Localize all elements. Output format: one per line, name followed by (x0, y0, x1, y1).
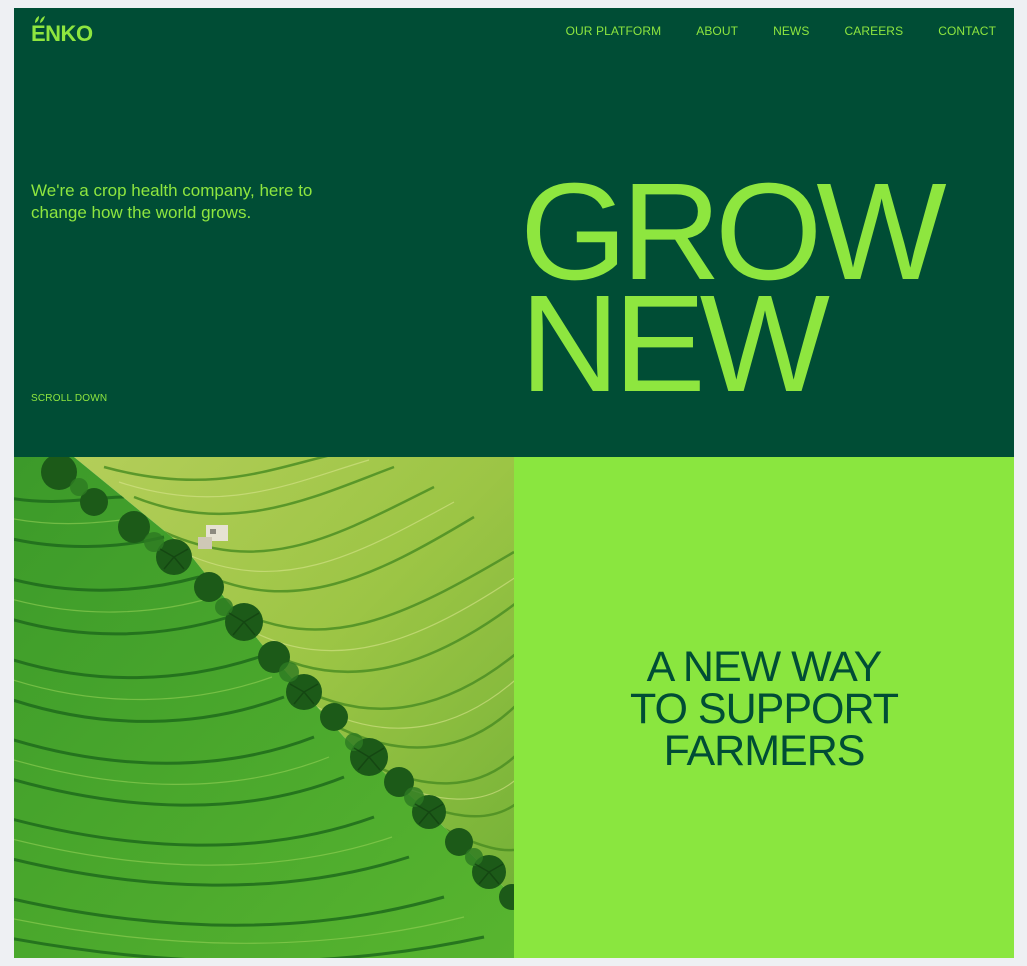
nav-our-platform[interactable]: OUR PLATFORM (566, 24, 662, 38)
nav-contact[interactable]: CONTACT (938, 24, 996, 38)
panel-line-2: TO SUPPORT (630, 685, 899, 733)
support-farmers-panel: A NEW WAY TO SUPPORT FARMERS (514, 457, 1014, 958)
hero-tagline: We're a crop health company, here to cha… (31, 181, 313, 222)
panel-line-1: A NEW WAY (646, 643, 883, 691)
nav-news[interactable]: NEWS (773, 24, 809, 38)
panel-line-3: FARMERS (663, 727, 866, 775)
panel-headline: A NEW WAY TO SUPPORT FARMERS (514, 643, 1014, 775)
logo-text: ENKO (31, 21, 93, 46)
logo-wordmark: ENKO (31, 16, 93, 47)
nav-about[interactable]: ABOUT (696, 24, 738, 38)
top-nav: OUR PLATFORM ABOUT NEWS CAREERS CONTACT (566, 24, 996, 38)
hero-headline: GROW NEW (520, 163, 947, 413)
leaf-icon (35, 16, 45, 23)
rice-terrace-photo (14, 457, 514, 958)
page-frame: ENKO OUR PLATFORM ABOUT NEWS CAREERS CON… (14, 8, 1014, 958)
nav-careers[interactable]: CAREERS (844, 24, 903, 38)
enko-logo[interactable]: ENKO (31, 16, 93, 47)
hero-section: ENKO OUR PLATFORM ABOUT NEWS CAREERS CON… (14, 8, 1014, 457)
scroll-down-link[interactable]: SCROLL DOWN (31, 393, 107, 404)
rice-terrace-aerial-photo-icon (14, 457, 514, 958)
